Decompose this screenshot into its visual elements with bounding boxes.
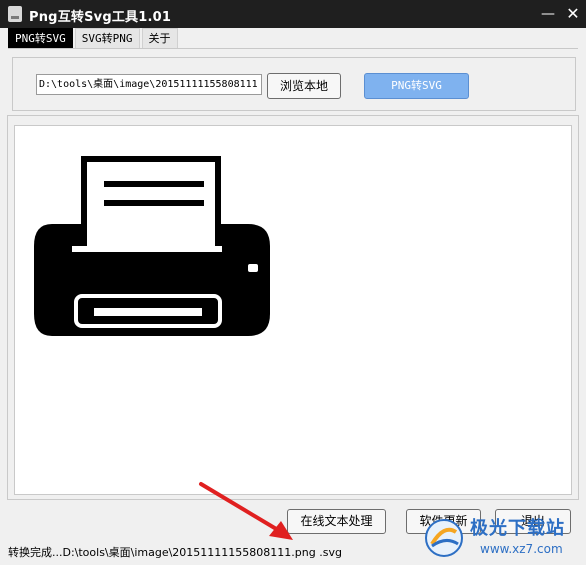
title-bar: Png互转Svg工具1.01 — ✕ (0, 0, 586, 28)
path-input[interactable]: D:\tools\桌面\image\20151111155808111 (36, 74, 262, 95)
preview-panel (7, 115, 579, 500)
watermark-text: 极光下载站 (470, 518, 565, 539)
app-icon (8, 6, 22, 22)
browse-button[interactable]: 浏览本地 (267, 73, 341, 99)
tab-svg-to-png[interactable]: SVG转PNG (74, 28, 140, 49)
tab-png-to-svg[interactable]: PNG转SVG (8, 28, 73, 49)
watermark: 极光下载站 www.xz7.com (420, 512, 580, 562)
file-select-panel: D:\tools\桌面\image\20151111155808111 浏览本地… (12, 57, 576, 111)
watermark-logo-icon (425, 519, 463, 557)
window-title: Png互转Svg工具1.01 (29, 10, 172, 25)
watermark-url: www.xz7.com (480, 542, 563, 556)
tab-bar: PNG转SVG SVG转PNG 关于 (8, 28, 180, 49)
tab-about[interactable]: 关于 (141, 28, 178, 49)
annotation-arrow (199, 482, 293, 540)
preview-canvas (14, 125, 572, 495)
printer-icon (34, 156, 270, 336)
tab-divider (8, 48, 578, 49)
close-button[interactable]: ✕ (560, 3, 586, 25)
convert-button[interactable]: PNG转SVG (364, 73, 469, 99)
minimize-button[interactable]: — (535, 3, 561, 25)
